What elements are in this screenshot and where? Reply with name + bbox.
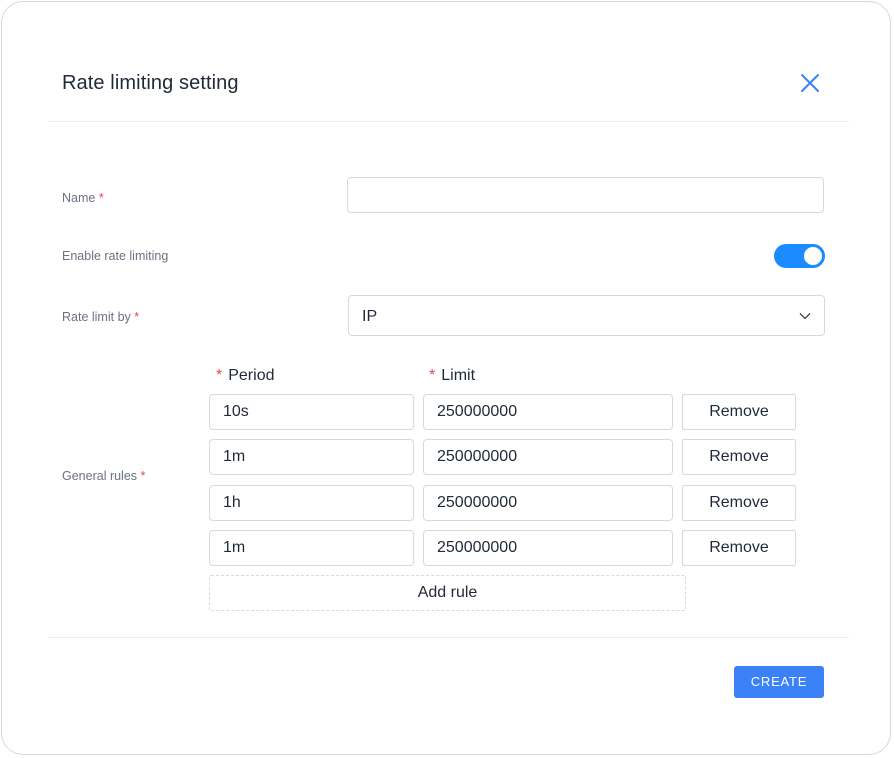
chevron-down-icon: [799, 313, 811, 320]
rule-period-input[interactable]: [209, 439, 414, 475]
toggle-knob: [804, 247, 822, 265]
rule-limit-input[interactable]: [423, 394, 673, 430]
remove-rule-button[interactable]: Remove: [682, 530, 796, 566]
header-divider: [48, 121, 849, 122]
enable-rate-limiting-toggle[interactable]: [774, 244, 825, 268]
general-rules-label: General rules *: [62, 469, 146, 483]
limit-column-header: * Limit: [429, 367, 476, 384]
period-column-header: * Period: [216, 367, 275, 384]
name-input[interactable]: [347, 177, 824, 213]
footer-divider: [48, 637, 849, 638]
rate-limit-by-label: Rate limit by *: [62, 310, 140, 324]
rule-limit-input[interactable]: [423, 439, 673, 475]
rule-period-input[interactable]: [209, 394, 414, 430]
rule-limit-input[interactable]: [423, 485, 673, 521]
enable-rate-limiting-label: Enable rate limiting: [62, 249, 169, 263]
rule-period-input[interactable]: [209, 530, 414, 566]
remove-rule-button[interactable]: Remove: [682, 394, 796, 430]
remove-rule-button[interactable]: Remove: [682, 485, 796, 521]
add-rule-button[interactable]: Add rule: [209, 575, 686, 611]
close-icon[interactable]: [799, 72, 821, 94]
rule-limit-input[interactable]: [423, 530, 673, 566]
create-button[interactable]: CREATE: [734, 666, 824, 698]
dialog-title: Rate limiting setting: [62, 72, 239, 94]
rule-period-input[interactable]: [209, 485, 414, 521]
name-label: Name *: [62, 191, 104, 205]
rate-limit-dialog: Rate limiting setting Name * Enable rate…: [1, 1, 891, 755]
rate-limit-by-value: IP: [362, 308, 378, 325]
remove-rule-button[interactable]: Remove: [682, 439, 796, 475]
rate-limit-by-select[interactable]: IP: [348, 295, 825, 336]
